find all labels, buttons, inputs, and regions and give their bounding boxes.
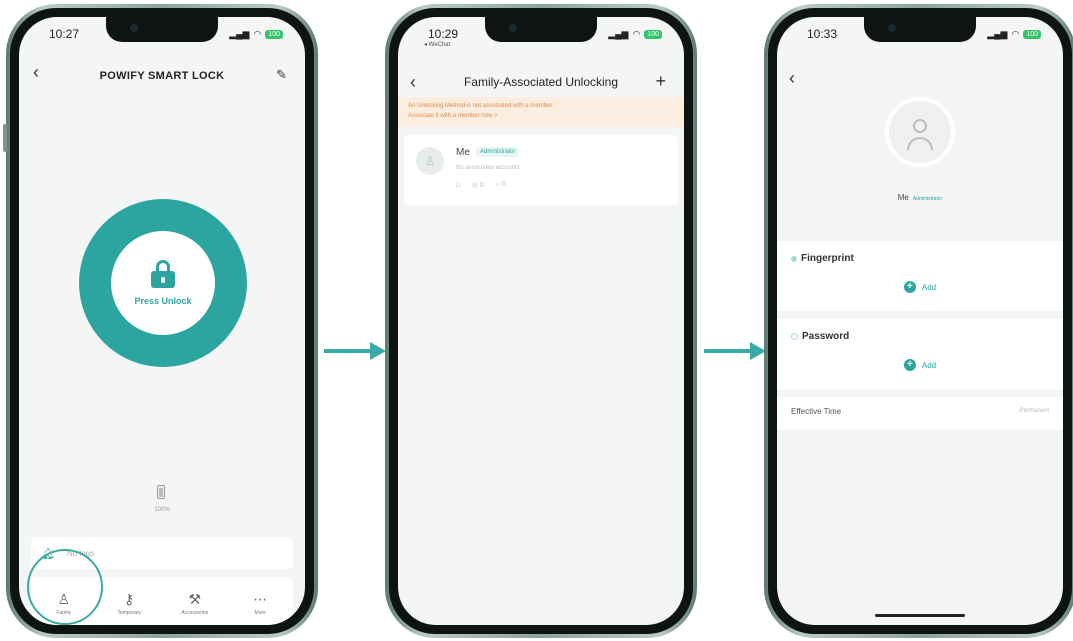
battery-status-icon: 100 [1023, 30, 1041, 39]
wifi-icon: ◠ [253, 29, 262, 39]
plus-circle-icon: + [903, 281, 916, 293]
phone-frame-2: 10:29 ▂▄▆ ◠ 100 ◂ WeChat ‹ Family-Associ… [385, 4, 697, 638]
flow-arrow-1 [324, 342, 386, 360]
person-icon [913, 119, 927, 133]
warning-banner[interactable]: An Unlocking Method is not associated wi… [398, 97, 684, 127]
fingerprint-count-value: 0 [479, 182, 484, 189]
section-title: Password [791, 331, 849, 342]
notch [106, 17, 218, 42]
section-title: Fingerprint [791, 253, 854, 264]
password-count-value: 0 [502, 181, 506, 188]
home-indicator[interactable] [875, 614, 965, 617]
status-icons: ▂▄▆ ◠ 100 [987, 29, 1041, 40]
camera-icon [888, 24, 896, 32]
phone-frame-1: 10:27 ▂▄▆ ◠ 100 ‹ POWIFY SMART LOCK ✎ Pr [3, 4, 318, 638]
lock-icon [151, 260, 175, 288]
role-badge: Administrator [476, 147, 520, 157]
member-title: Me Administrator [777, 193, 1063, 202]
tab-label: Temporary [117, 609, 142, 616]
tab-temporary[interactable]: ⚷ Temporary [97, 577, 163, 625]
avatar: ♙ [416, 147, 444, 175]
wifi-icon: ◠ [632, 29, 641, 39]
family-unlocking-screen: 10:29 ▂▄▆ ◠ 100 ◂ WeChat ‹ Family-Associ… [398, 17, 684, 625]
back-to-app-link[interactable]: ◂ WeChat [424, 41, 450, 48]
flow-arrow-2 [704, 342, 766, 360]
lock-battery-icon [157, 485, 165, 499]
tab-label: More [254, 609, 266, 616]
warning-line-2: Associate it with a member now > [408, 113, 498, 119]
effective-time-value: Permanent [1019, 408, 1049, 414]
password-title: Password [802, 331, 850, 342]
status-time: 10:29 [428, 27, 459, 41]
phone-icon: ▯ [456, 182, 460, 189]
volume-button [3, 124, 7, 152]
add-member-icon[interactable]: + [655, 71, 666, 92]
more-icon: ⋯ [253, 590, 268, 607]
lock-header: POWIFY SMART LOCK [19, 59, 305, 84]
member-card[interactable]: ♙ Me Administrator No associated account… [404, 135, 678, 205]
fingerprint-count: ◎ 0 [471, 182, 484, 189]
member-name: Me [456, 147, 470, 158]
add-label: Add [921, 360, 937, 370]
wifi-icon: ◠ [1011, 29, 1020, 39]
add-label: Add [921, 282, 937, 292]
page-title: Family-Associated Unlocking [463, 75, 619, 89]
edit-icon[interactable]: ✎ [276, 67, 287, 83]
signal-icon: ▂▄▆ [608, 29, 629, 39]
unlock-button[interactable]: Press Unlock [79, 199, 247, 367]
status-icons: ▂▄▆ ◠ 100 [229, 29, 283, 40]
tab-label: Accessories [181, 609, 209, 616]
password-icon [791, 333, 798, 340]
phone-bezel: 10:27 ▂▄▆ ◠ 100 ‹ POWIFY SMART LOCK ✎ Pr [10, 8, 314, 634]
plus-circle-icon: + [903, 359, 916, 371]
page-title: POWIFY SMART LOCK [99, 70, 225, 82]
camera-icon [509, 24, 517, 32]
signal-icon: ▂▄▆ [229, 29, 250, 39]
notch [864, 17, 976, 42]
add-fingerprint-button[interactable]: + Add [777, 281, 1063, 293]
tools-icon: ⚒ [188, 590, 202, 607]
notch [485, 17, 597, 42]
camera-icon [130, 24, 138, 32]
password-count: ○ 0 [495, 181, 506, 188]
key-icon: ⚷ [124, 590, 135, 607]
status-time: 10:33 [807, 27, 838, 41]
password-section: Password + Add [777, 319, 1063, 389]
lock-battery-level: 100% [154, 507, 170, 513]
add-password-button[interactable]: + Add [777, 359, 1063, 371]
header-subtitle [19, 59, 305, 66]
phone-bezel: 10:29 ▂▄▆ ◠ 100 ◂ WeChat ‹ Family-Associ… [389, 8, 693, 634]
battery-status-icon: 100 [265, 30, 283, 39]
smart-lock-home-screen: 10:27 ▂▄▆ ◠ 100 ‹ POWIFY SMART LOCK ✎ Pr [19, 17, 305, 625]
phone-frame-3: 10:33 ▂▄▆ ◠ 100 ‹ Me Administrator Finger… [764, 4, 1073, 638]
effective-time-label: Effective Time [791, 407, 842, 416]
phone-bezel: 10:33 ▂▄▆ ◠ 100 ‹ Me Administrator Finger… [768, 8, 1072, 634]
role-badge: Administrator [912, 196, 943, 202]
family-highlight-circle [27, 549, 103, 625]
status-time: 10:27 [49, 27, 80, 41]
tab-more[interactable]: ⋯ More [228, 577, 294, 625]
status-icons: ▂▄▆ ◠ 100 [608, 29, 662, 40]
member-subtitle: No associated accounts [456, 165, 520, 171]
back-icon[interactable]: ‹ [789, 69, 795, 87]
person-icon: ♙ [424, 154, 436, 168]
warning-line-1: An Unlocking Method is not associated wi… [408, 103, 554, 109]
fingerprint-title: Fingerprint [801, 253, 854, 264]
unlock-method-counts: ▯ ◎ 0 ○ 0 [456, 181, 506, 189]
signal-icon: ▂▄▆ [987, 29, 1008, 39]
avatar[interactable] [885, 97, 955, 167]
tab-accessories[interactable]: ⚒ Accessories [162, 577, 228, 625]
fingerprint-section: Fingerprint + Add [777, 241, 1063, 311]
unlock-label: Press Unlock [134, 296, 192, 306]
member-name: Me [897, 193, 909, 202]
member-detail-screen: 10:33 ▂▄▆ ◠ 100 ‹ Me Administrator Finger… [777, 17, 1063, 625]
unlock-button-inner: Press Unlock [111, 231, 215, 335]
effective-time-row[interactable]: Effective Time Permanent [777, 397, 1063, 429]
fingerprint-icon [791, 255, 797, 262]
battery-status-icon: 100 [644, 30, 662, 39]
